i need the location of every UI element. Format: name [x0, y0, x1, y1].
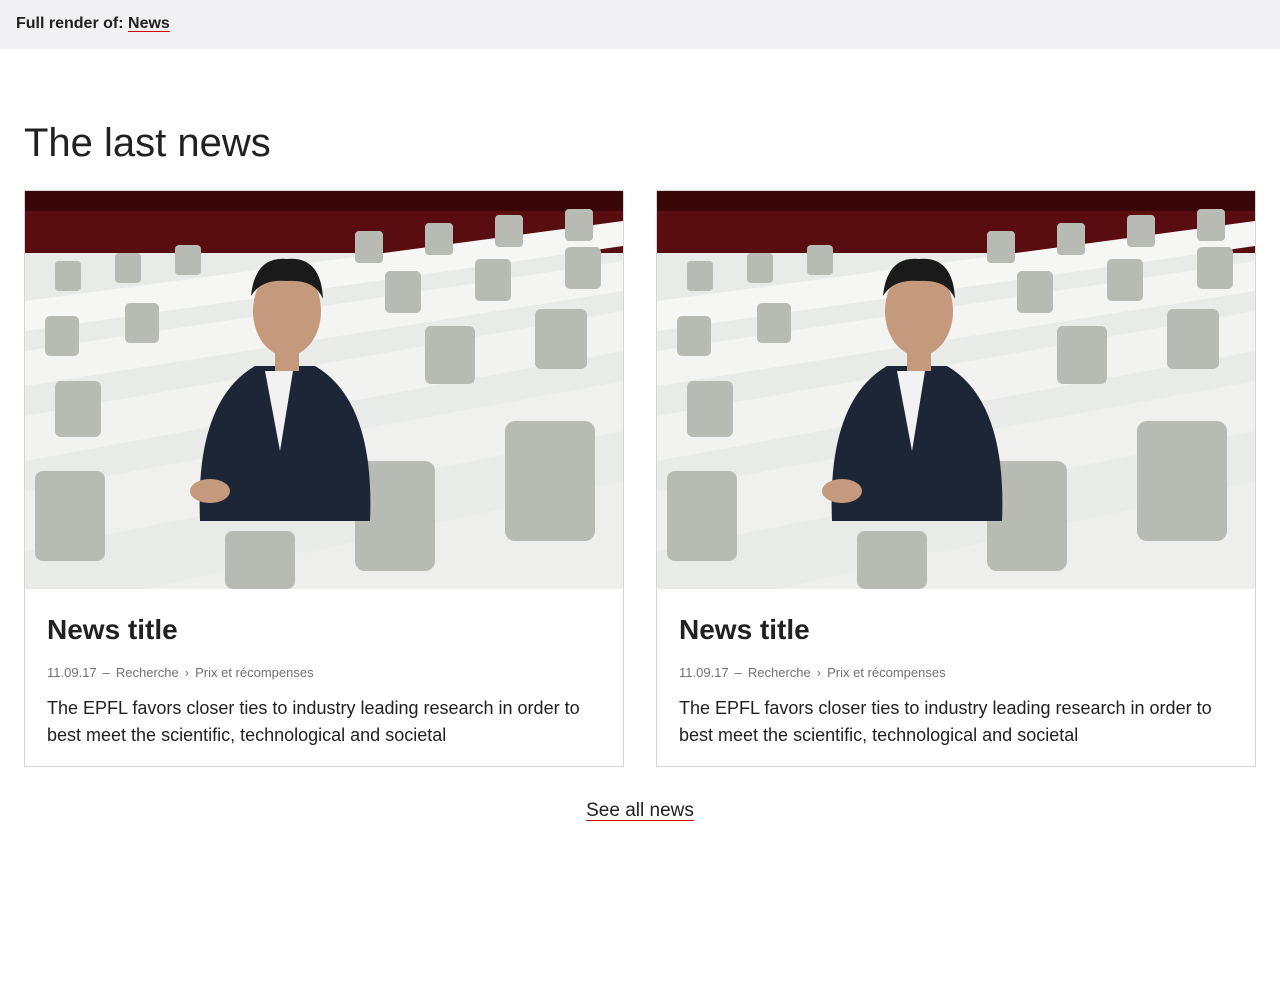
- date-separator: –: [734, 665, 742, 680]
- news-card-image[interactable]: [25, 191, 623, 589]
- top-bar: Full render of: News: [0, 0, 1280, 49]
- news-card-title[interactable]: News title: [679, 615, 1233, 645]
- news-card-excerpt: The EPFL favors closer ties to industry …: [47, 698, 580, 745]
- news-card-date: 11.09.17: [47, 665, 97, 680]
- category-separator: ›: [816, 665, 822, 680]
- news-card-excerpt: The EPFL favors closer ties to industry …: [679, 698, 1212, 745]
- news-card-category[interactable]: Recherche: [116, 665, 179, 680]
- news-card-subcategory[interactable]: Prix et récompenses: [195, 665, 314, 680]
- section-title: The last news: [24, 121, 271, 165]
- see-all-news-link[interactable]: See all news: [586, 800, 694, 821]
- news-card[interactable]: News title 11.09.17– Recherche › Prix et ré…: [656, 190, 1256, 767]
- news-card-subcategory[interactable]: Prix et récompenses: [827, 665, 946, 680]
- category-separator: ›: [184, 665, 190, 680]
- date-separator: –: [102, 665, 110, 680]
- news-card-meta: 11.09.17– Recherche › Prix et récompenses: [679, 665, 1233, 681]
- news-card-meta: 11.09.17– Recherche › Prix et récompenses: [47, 665, 601, 681]
- full-render-label: Full render of:: [16, 15, 124, 32]
- see-all-container: See all news: [0, 800, 1280, 822]
- news-card-category[interactable]: Recherche: [748, 665, 811, 680]
- news-card-title[interactable]: News title: [47, 615, 601, 645]
- news-card[interactable]: News title 11.09.17– Recherche › Prix et ré…: [24, 190, 624, 767]
- news-card-image[interactable]: [657, 191, 1255, 589]
- news-card-date: 11.09.17: [679, 665, 729, 680]
- news-link[interactable]: News: [128, 15, 170, 32]
